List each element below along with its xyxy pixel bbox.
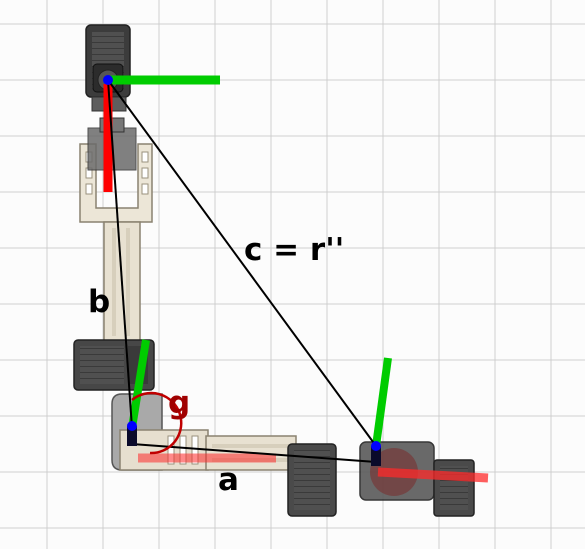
diagram-canvas: [0, 0, 585, 549]
label-side-b: b: [88, 284, 111, 320]
label-side-c: c = r'': [244, 232, 345, 268]
label-angle-g: g: [168, 385, 191, 421]
top-joint-point: [103, 75, 113, 85]
label-side-a: a: [218, 462, 239, 498]
elbow-joint-point: [127, 421, 137, 431]
end-joint-point: [371, 441, 381, 451]
robot-arm-diagram: c = r'' b a g: [0, 0, 585, 549]
